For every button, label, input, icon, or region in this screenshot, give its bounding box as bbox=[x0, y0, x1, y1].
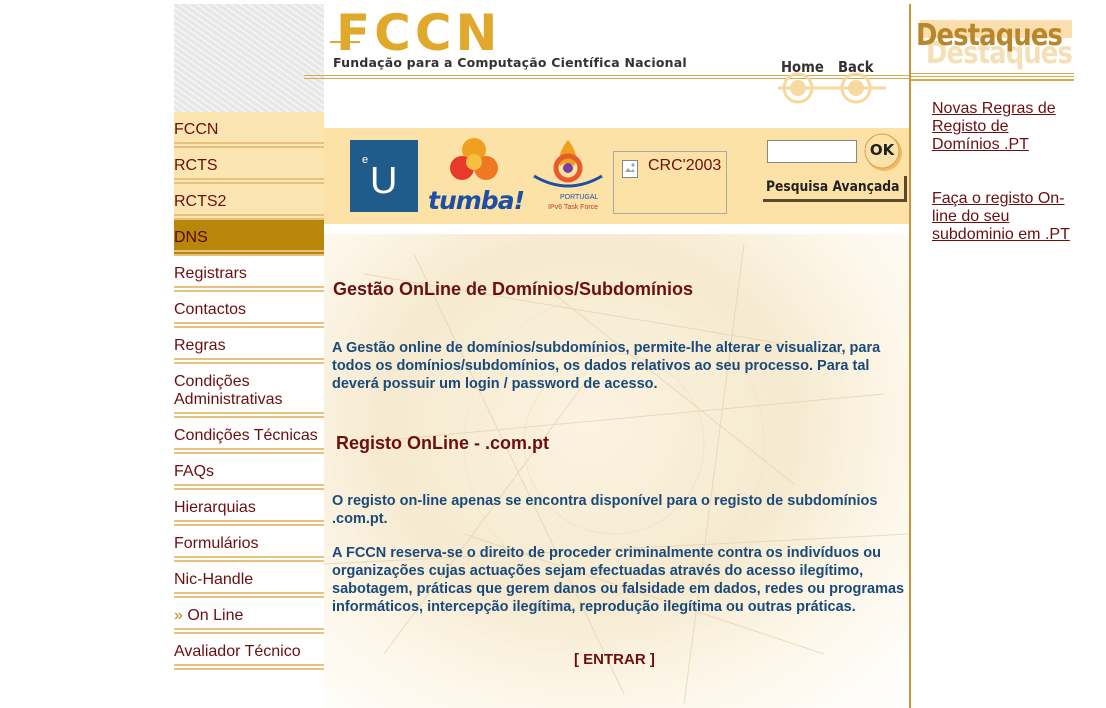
eu-logo[interactable]: e U bbox=[350, 140, 418, 212]
nav-item-rcts2[interactable]: RCTS2 bbox=[174, 184, 324, 220]
current-page-marker: » bbox=[174, 607, 183, 624]
nav-item-formularios[interactable]: Formulários bbox=[174, 526, 324, 562]
section-text-gestao-online: A Gestão online de domínios/subdomínios,… bbox=[332, 340, 881, 392]
section-text-registo-online: O registo on-line apenas se encontra dis… bbox=[332, 493, 878, 527]
nav-item-rcts[interactable]: RCTS bbox=[174, 148, 324, 184]
nav-item-registrars[interactable]: Registrars bbox=[174, 256, 324, 292]
search-ok-button[interactable] bbox=[862, 133, 906, 173]
background-map-decoration bbox=[324, 243, 909, 705]
nav-item-avaliador-tecnico[interactable]: Avaliador Técnico bbox=[174, 634, 324, 670]
nav-item-fccn[interactable]: FCCN bbox=[174, 112, 324, 148]
ipv6-caption-taskforce: IPv6 Task Force bbox=[548, 204, 599, 211]
right-column-divider bbox=[909, 4, 911, 708]
crc2003-label: CRC'2003 bbox=[648, 157, 722, 174]
fccn-logo[interactable]: FCCN bbox=[330, 8, 530, 56]
header-texture bbox=[174, 4, 324, 112]
nav-item-contactos[interactable]: Contactos bbox=[174, 292, 324, 328]
right-header-divider bbox=[911, 73, 1074, 81]
ipv6-caption-country: PORTUGAL bbox=[560, 194, 599, 201]
enter-link[interactable]: [ ENTRAR ] bbox=[574, 651, 655, 668]
left-navigation: FCCN RCTS RCTS2 DNS Registrars Contactos… bbox=[174, 112, 324, 670]
svg-text:FCCN: FCCN bbox=[336, 8, 501, 56]
destaques-heading: Destaques bbox=[916, 18, 1063, 53]
nav-item-dns[interactable]: DNS bbox=[174, 220, 324, 256]
advanced-search-label: Pesquisa Avançada bbox=[766, 179, 900, 195]
tumba-logo-text: tumba! bbox=[428, 186, 525, 215]
logo-subtitle: Fundação para a Computação Científica Na… bbox=[333, 55, 687, 70]
section-text-legal-notice: A FCCN reserva-se o direito de proceder … bbox=[332, 545, 905, 615]
section-title-registo-online: Registo OnLine - .com.pt bbox=[336, 433, 550, 453]
link-registo-subdominio[interactable]: Faça o registo On-line do seu subdominio… bbox=[932, 190, 1072, 244]
nav-item-condicoes-tecnicas[interactable]: Condições Técnicas bbox=[174, 418, 324, 454]
search-input[interactable] bbox=[767, 140, 857, 163]
tumba-logo-icon[interactable] bbox=[428, 136, 520, 192]
link-novas-regras[interactable]: Novas Regras de Registo de Domínios .PT bbox=[932, 100, 1072, 154]
nav-item-hierarquias[interactable]: Hierarquias bbox=[174, 490, 324, 526]
nav-item-condicoes-administrativas[interactable]: Condições Administrativas bbox=[174, 364, 324, 418]
eu-logo-letter: U bbox=[370, 160, 398, 202]
fccn-logo-graphic: FCCN bbox=[330, 8, 501, 56]
nav-item-faqs[interactable]: FAQs bbox=[174, 454, 324, 490]
nav-item-online[interactable]: » On Line bbox=[174, 598, 324, 634]
eu-logo-superscript: e bbox=[362, 154, 369, 166]
broken-image-icon bbox=[622, 160, 638, 178]
nav-item-online-label: On Line bbox=[187, 607, 244, 624]
nav-item-nic-handle[interactable]: Nic-Handle bbox=[174, 562, 324, 598]
crc2003-link[interactable]: CRC'2003 bbox=[613, 151, 727, 214]
header-ornament-icon bbox=[778, 72, 886, 104]
section-title-gestao-online: Gestão OnLine de Domínios/Subdomínios bbox=[333, 279, 694, 299]
nav-item-regras[interactable]: Regras bbox=[174, 328, 324, 364]
main-content: Gestão OnLine de Domínios/Subdomínios A … bbox=[324, 234, 909, 708]
ipv6-task-force-logo-icon[interactable] bbox=[530, 136, 606, 196]
advanced-search-button[interactable]: Pesquisa Avançada bbox=[763, 176, 907, 202]
